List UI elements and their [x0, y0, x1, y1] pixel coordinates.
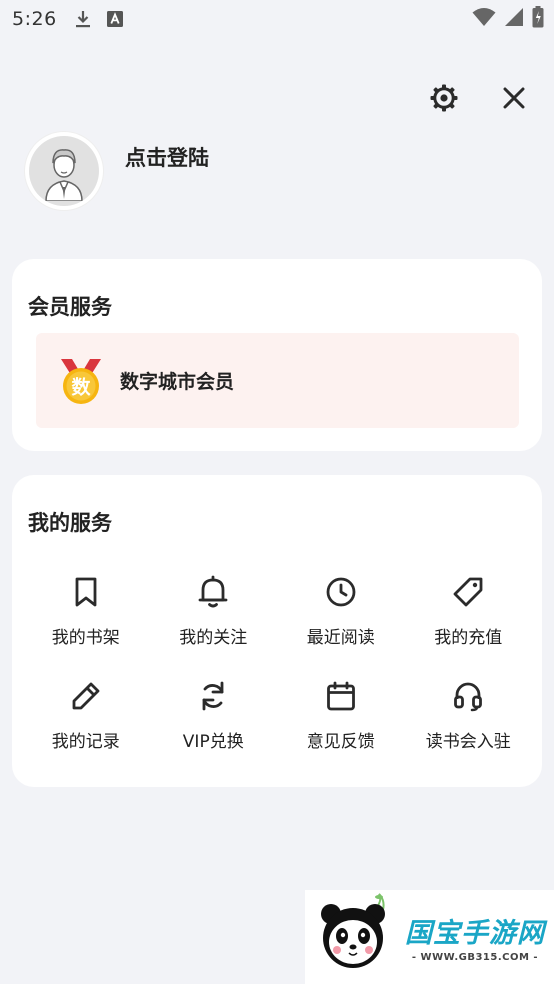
status-time: 5:26: [12, 8, 57, 30]
text-a-icon: [106, 11, 123, 27]
status-icons-right: [472, 6, 544, 28]
service-label: 意见反馈: [306, 732, 375, 752]
service-vip-redeem[interactable]: VIP兑换: [150, 679, 278, 752]
my-services-card: 我的服务 我的书架 我的关注 最近阅读 我的充值 我的记录 VIP兑换 意见反馈…: [12, 475, 542, 787]
watermark-title: 国宝手游网: [405, 918, 545, 949]
service-label: 我的记录: [51, 732, 120, 752]
services-grid: 我的书架 我的关注 最近阅读 我的充值 我的记录 VIP兑换 意见反馈 读书会入…: [22, 575, 532, 752]
download-icon: [75, 10, 91, 28]
status-bar: 5:26: [0, 0, 554, 38]
service-label: 最近阅读: [306, 628, 375, 648]
membership-label: 数字城市会员: [120, 371, 235, 393]
service-label: 我的充值: [434, 628, 503, 648]
membership-banner[interactable]: 数 数字城市会员: [36, 333, 519, 428]
login-link[interactable]: 点击登陆: [125, 142, 209, 172]
watermark-url: - WWW.GB315.COM -: [411, 952, 539, 963]
service-book-club[interactable]: 读书会入驻: [405, 679, 533, 752]
battery-icon: [532, 6, 544, 28]
services-section-title: 我的服务: [28, 511, 112, 535]
service-label: 读书会入驻: [425, 732, 511, 752]
default-avatar-icon: [29, 136, 99, 206]
medal-icon: 数: [58, 356, 104, 406]
close-icon[interactable]: [496, 80, 532, 116]
top-actions: [426, 80, 532, 116]
tag-icon: [451, 575, 485, 609]
profile-section: 点击登陆: [25, 132, 209, 210]
status-icons-left: [75, 10, 123, 28]
headphones-icon: [451, 679, 485, 713]
service-recharge[interactable]: 我的充值: [405, 575, 533, 648]
service-following[interactable]: 我的关注: [150, 575, 278, 648]
signal-icon: [504, 7, 524, 27]
service-recent-reading[interactable]: 最近阅读: [277, 575, 405, 648]
avatar[interactable]: [25, 132, 103, 210]
service-bookshelf[interactable]: 我的书架: [22, 575, 150, 648]
vip-section-title: 会员服务: [28, 295, 112, 319]
pencil-icon: [69, 679, 103, 713]
service-records[interactable]: 我的记录: [22, 679, 150, 752]
bookmark-icon: [69, 575, 103, 609]
watermark: 国宝手游网 - WWW.GB315.COM -: [305, 890, 554, 984]
calendar-icon: [324, 679, 358, 713]
panda-logo-icon: [305, 890, 401, 984]
clock-icon: [324, 575, 358, 609]
service-label: VIP兑换: [182, 732, 244, 752]
service-label: 我的关注: [179, 628, 248, 648]
vip-service-card: 会员服务 数 数字城市会员: [12, 259, 542, 451]
badge-char: 数: [71, 375, 91, 398]
wifi-icon: [472, 7, 496, 27]
settings-icon[interactable]: [426, 80, 462, 116]
service-feedback[interactable]: 意见反馈: [277, 679, 405, 752]
service-label: 我的书架: [51, 628, 120, 648]
bell-icon: [196, 575, 230, 609]
refresh-icon: [196, 679, 230, 713]
watermark-text: 国宝手游网 - WWW.GB315.COM -: [405, 911, 545, 963]
